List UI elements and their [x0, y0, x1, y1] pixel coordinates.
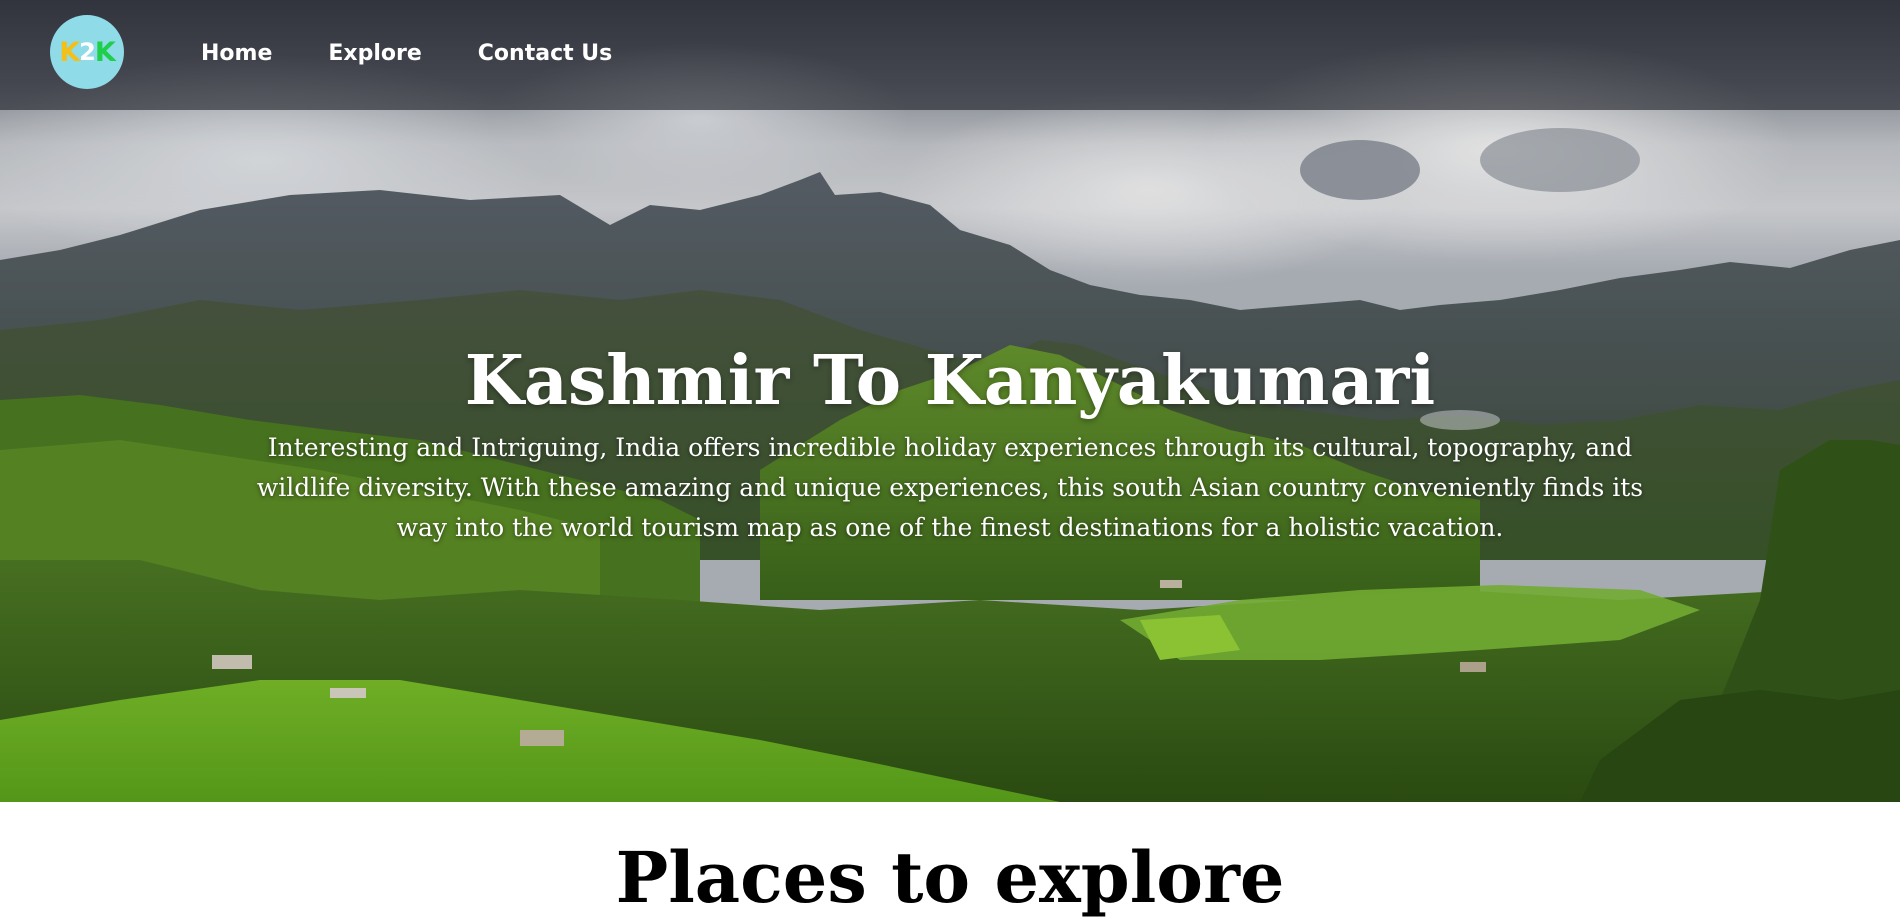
- hero-description: Interesting and Intriguing, India offers…: [256, 433, 1644, 542]
- k2k-logo[interactable]: K2K: [50, 15, 124, 89]
- logo-letter-k1: K: [59, 36, 80, 68]
- nav-link-explore[interactable]: Explore: [328, 41, 421, 66]
- logo-letter-2: 2: [79, 38, 96, 66]
- places-section-title: Places to explore: [615, 836, 1285, 919]
- hero-title: Kashmir To Kanyakumari: [464, 341, 1436, 421]
- logo-letter-k2: K: [94, 36, 116, 68]
- nav-links: Home Explore Contact Us: [201, 0, 668, 106]
- page: K2K Home Explore Contact Us Kashmir To K…: [0, 0, 1900, 921]
- top-navbar: K2K Home Explore Contact Us: [0, 0, 1900, 110]
- hero-content: Kashmir To Kanyakumari Interesting and I…: [240, 340, 1660, 548]
- nav-link-contact-us[interactable]: Contact Us: [478, 41, 612, 66]
- nav-link-home[interactable]: Home: [201, 41, 272, 66]
